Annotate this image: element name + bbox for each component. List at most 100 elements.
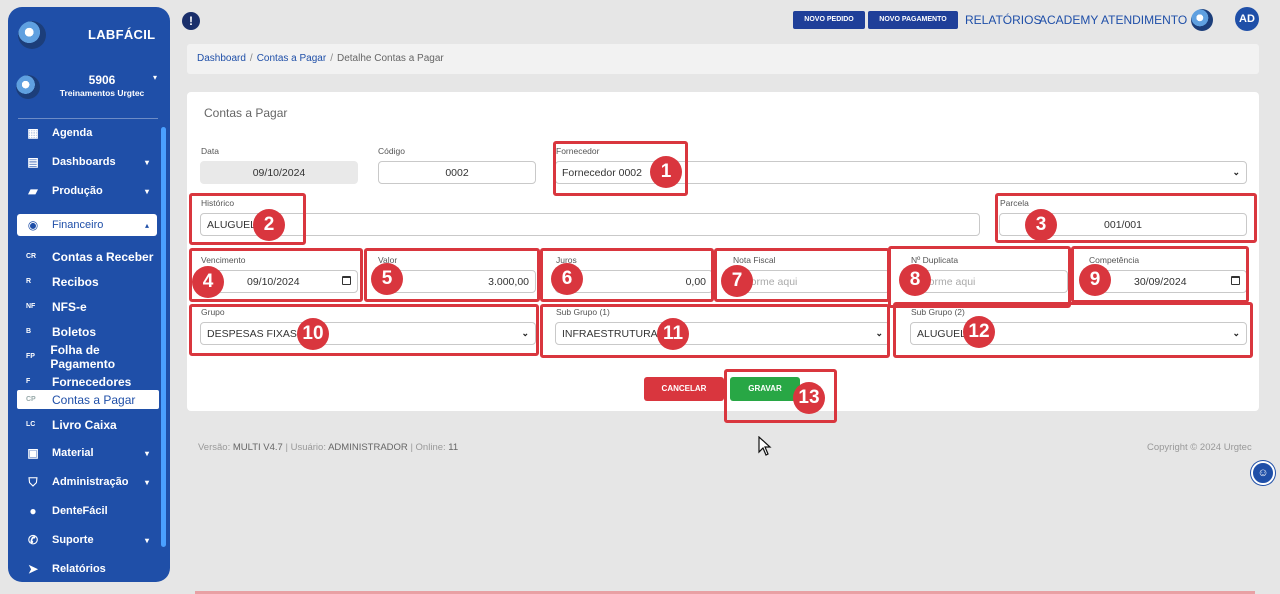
- step-badge: 9: [1079, 264, 1111, 296]
- breadcrumb-current: Detalhe Contas a Pagar: [336, 53, 444, 64]
- app-name: LABFÁCIL: [88, 27, 156, 42]
- sidebar-item-agenda[interactable]: ▦ Agenda: [17, 122, 157, 144]
- sidebar-scrollbar[interactable]: [161, 127, 166, 547]
- online-value: 11: [448, 442, 459, 453]
- boxes-icon: ▣: [27, 446, 39, 460]
- labfacil-logo-icon: [18, 21, 46, 49]
- sidebar-sub-recibos[interactable]: R Recibos: [17, 272, 159, 291]
- sub-label: Recibos: [52, 274, 99, 289]
- codigo-label: Código: [378, 146, 405, 156]
- user-switcher[interactable]: 5906 Treinamentos Urgtec ▾: [16, 71, 164, 111]
- breadcrumb-separator: /: [249, 53, 253, 64]
- sidebar-item-relatorios[interactable]: ➤ Relatórios: [17, 558, 157, 580]
- sidebar-sub-contas-receber[interactable]: CR Contas a Receber: [17, 247, 159, 266]
- highlight-box: [189, 304, 539, 356]
- sidebar-sub-nfse[interactable]: NF NFS-e: [17, 297, 159, 316]
- accessibility-icon[interactable]: ☺: [1251, 461, 1275, 485]
- step-badge: 8: [899, 264, 931, 296]
- sub-label: Contas a Pagar: [52, 392, 136, 407]
- user-avatar: [16, 75, 40, 99]
- sidebar-divider: [18, 118, 158, 119]
- novo-pagamento-button[interactable]: NOVO PAGAMENTO: [868, 11, 958, 29]
- breadcrumb-dashboard[interactable]: Dashboard: [197, 53, 246, 64]
- breadcrumb-contas-pagar[interactable]: Contas a Pagar: [257, 53, 327, 64]
- breadcrumb: Dashboard / Contas a Pagar / Detalhe Contas …: [187, 44, 1259, 74]
- highlight-box: [540, 304, 890, 358]
- sidebar-sub-livro-caixa[interactable]: LC Livro Caixa: [17, 415, 159, 434]
- chevron-down-icon: ⌄: [1232, 167, 1240, 177]
- versao-label: Versão:: [198, 442, 231, 453]
- chevron-down-icon: ▾: [144, 535, 149, 545]
- step-badge: 13: [793, 382, 825, 414]
- mouse-cursor-icon: [758, 436, 772, 456]
- chevron-down-icon: ▾: [144, 448, 149, 458]
- user-avatar[interactable]: AD: [1235, 7, 1259, 31]
- layers-icon: ▰: [28, 184, 38, 198]
- tooth-logo-icon: ●: [29, 504, 37, 518]
- user-code: 5906: [88, 73, 116, 87]
- cancel-button[interactable]: CANCELAR: [644, 377, 724, 401]
- sub-label: Boletos: [52, 324, 97, 339]
- sidebar-item-label: Financeiro: [52, 219, 104, 231]
- versao-value: MULTI V4.7: [232, 442, 283, 453]
- sidebar-item-material[interactable]: ▣ Material ▾: [17, 442, 157, 464]
- relatorios-link[interactable]: RELATÓRIOS: [965, 13, 1041, 27]
- sidebar-item-administracao[interactable]: ⛉ Administração ▾: [17, 471, 157, 493]
- data-label: Data: [201, 146, 219, 156]
- sidebar-sub-folha-pagamento[interactable]: FP Folha de Pagamento: [17, 343, 159, 371]
- user-name: Treinamentos Urgtec: [59, 88, 145, 98]
- copyright: Copyright © 2024 Urgtec: [1147, 442, 1252, 453]
- sidebar-sub-boletos[interactable]: B Boletos: [17, 322, 159, 341]
- step-badge: 1: [650, 156, 682, 188]
- novo-pedido-button[interactable]: NOVO PEDIDO: [793, 11, 865, 29]
- chevron-down-icon: ▾: [144, 186, 149, 196]
- sub-label: NFS-e: [52, 299, 87, 314]
- sub-label: Fornecedores: [52, 374, 132, 389]
- sidebar-item-label: Relatórios: [52, 563, 106, 575]
- globe-icon[interactable]: [1191, 9, 1213, 31]
- step-badge: 3: [1025, 209, 1057, 241]
- highlight-box: [189, 193, 306, 245]
- sidebar: LABFÁCIL 5906 Treinamentos Urgtec ▾ ▦ Ag…: [8, 7, 170, 582]
- data-field: 09/10/2024: [200, 161, 358, 184]
- sidebar-item-dashboards[interactable]: ▤ Dashboards ▾: [17, 151, 157, 173]
- sidebar-item-financeiro[interactable]: ◉ Financeiro ▴: [17, 214, 157, 236]
- sub-abbr: NF: [26, 303, 36, 310]
- step-badge: 2: [253, 209, 285, 241]
- step-badge: 5: [371, 263, 403, 295]
- step-badge: 11: [657, 318, 689, 350]
- sub-abbr: CP: [26, 396, 36, 403]
- sidebar-brand[interactable]: LABFÁCIL: [18, 21, 163, 51]
- shield-icon: ⛉: [28, 474, 38, 489]
- atendimento-link[interactable]: ATENDIMENTO: [1101, 13, 1187, 27]
- usuario-value: ADMINISTRADOR: [328, 442, 408, 453]
- page-title: Contas a Pagar: [204, 106, 288, 120]
- academy-link[interactable]: ACADEMY: [1039, 13, 1098, 27]
- sub-abbr: FP: [26, 353, 35, 360]
- sidebar-item-suporte[interactable]: ✆ Suporte ▾: [17, 529, 157, 551]
- online-label: | Online:: [410, 442, 446, 453]
- sub-abbr: LC: [26, 421, 36, 428]
- step-badge: 6: [551, 263, 583, 295]
- sidebar-item-producao[interactable]: ▰ Produção ▾: [17, 180, 157, 202]
- usuario-label: | Usuário:: [285, 442, 326, 453]
- sidebar-sub-contas-pagar[interactable]: CP Contas a Pagar: [17, 390, 159, 409]
- historico-field[interactable]: ALUGUEL: [200, 213, 980, 236]
- sub-abbr: CR: [26, 253, 37, 260]
- sub-label: Folha de Pagamento: [50, 342, 116, 371]
- step-badge: 10: [297, 318, 329, 350]
- sub-abbr: B: [26, 328, 32, 335]
- coins-icon: ◉: [27, 218, 39, 232]
- sidebar-item-label: Administração: [52, 476, 129, 488]
- highlight-box: [893, 302, 1253, 358]
- sub-abbr: R: [26, 278, 32, 285]
- chevron-down-icon: ▾: [144, 477, 149, 487]
- sidebar-item-dentefacil[interactable]: ● DenteFácil: [17, 500, 157, 522]
- sidebar-item-label: Dashboards: [52, 156, 116, 168]
- chevron-down-icon: ▾: [144, 157, 149, 167]
- info-icon[interactable]: !: [182, 12, 200, 30]
- sidebar-item-label: DenteFácil: [52, 505, 108, 517]
- sidebar-item-label: Produção: [52, 185, 103, 197]
- codigo-field[interactable]: 0002: [378, 161, 536, 184]
- sidebar-sub-fornecedores[interactable]: F Fornecedores: [17, 372, 159, 391]
